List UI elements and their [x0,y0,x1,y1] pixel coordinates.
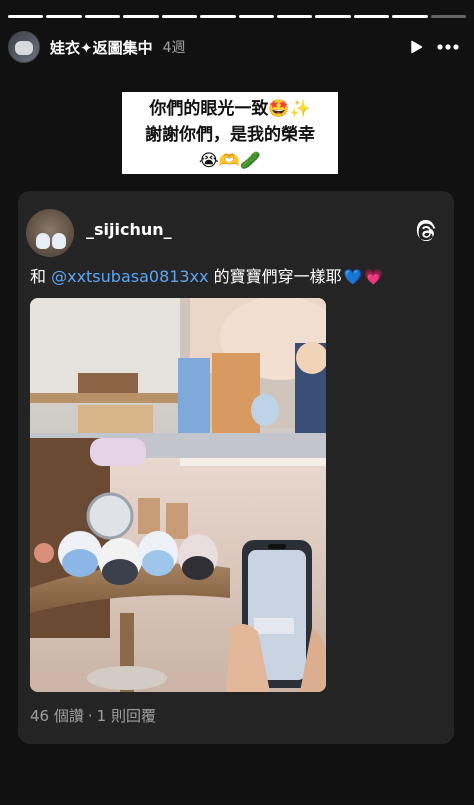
text-sticker: 你們的眼光一致🤩✨ 謝謝你們，是我的榮幸 😭🫶🥒 [122,92,338,174]
sticker-line-3: 😭🫶🥒 [198,151,262,171]
story-progress-segment [46,15,82,18]
blue-heart-emoji: 💙 [343,268,363,286]
story-progress-segment [123,15,159,18]
story-progress-segment [315,15,351,18]
story-progress-segment [276,15,313,18]
story-progress-bar [8,15,467,18]
shop-display-photo [30,298,326,692]
story-progress-segment [353,15,390,18]
more-options-icon[interactable] [432,31,464,63]
sticker-line-1: 你們的眼光一致🤩✨ [149,99,311,119]
story-title[interactable]: 娃衣✦返圖集中 [50,37,153,58]
story-progress-segment [430,15,467,18]
pink-heart-emoji: 💗 [364,268,384,286]
post-caption: 和 @xxtsubasa0813xx 的寶寶們穿一樣耶 💙 💗 [30,265,383,289]
shared-threads-post[interactable]: _sijichun_ 和 @xxtsubasa0813xx 的寶寶們穿一樣耶 💙 💗 [18,191,454,744]
story-progress-segment [392,15,428,18]
story-timestamp: 4週 [162,40,186,56]
story-progress-segment [8,15,44,18]
replies-count[interactable]: 1 則回覆 [97,707,156,725]
caption-prefix: 和 [30,267,52,286]
story-avatar[interactable] [8,31,40,63]
stats-separator: · [87,707,93,725]
post-photo[interactable] [30,298,326,692]
story-progress-segment [200,15,236,18]
story-progress-segment [238,15,274,18]
post-author-avatar[interactable] [26,209,74,257]
likes-count[interactable]: 46 個讚 [30,707,84,725]
story-header: 娃衣✦返圖集中 4週 [8,30,464,64]
post-stats: 46 個讚 · 1 則回覆 [30,705,156,726]
threads-logo-icon[interactable] [412,218,440,246]
story-progress-segment [84,15,121,18]
play-icon[interactable] [400,31,432,63]
caption-suffix: 的寶寶們穿一樣耶 [208,267,342,286]
user-mention-link[interactable]: @xxtsubasa0813xx [51,267,208,286]
post-author-username[interactable]: _sijichun_ [86,220,172,239]
story-progress-segment [161,15,198,18]
sticker-line-2: 謝謝你們，是我的榮幸 [145,125,315,145]
